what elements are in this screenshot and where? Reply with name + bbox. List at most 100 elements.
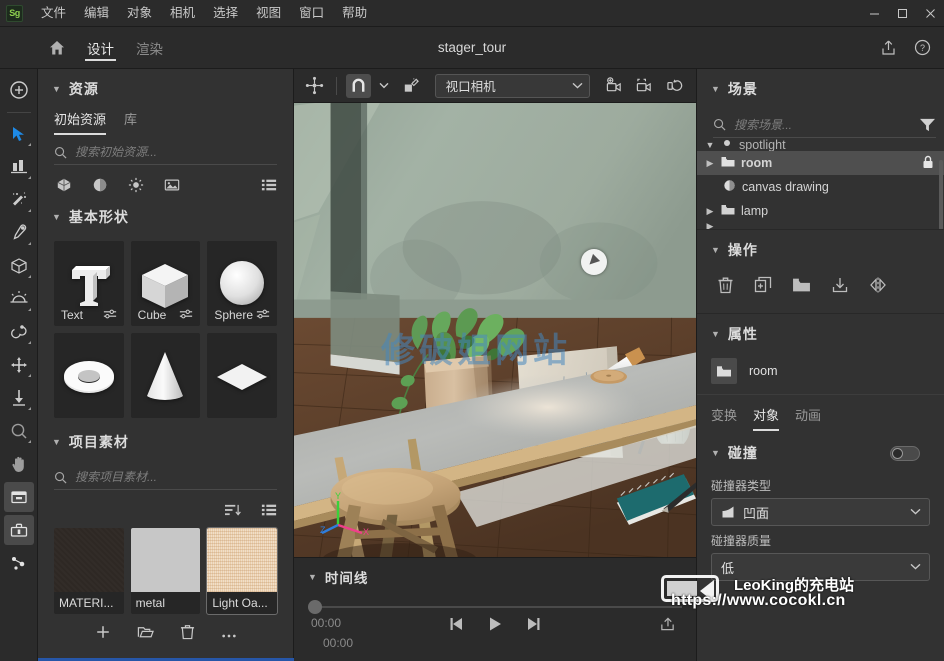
- open-folder-icon[interactable]: [137, 624, 154, 645]
- reset-camera-icon[interactable]: [663, 74, 688, 98]
- close-icon[interactable]: [916, 0, 944, 26]
- material-thumb[interactable]: metal: [130, 528, 201, 614]
- tab-object[interactable]: 对象: [753, 405, 780, 431]
- scene-search[interactable]: [713, 117, 936, 138]
- camera-select[interactable]: 视口相机: [434, 73, 590, 98]
- shape-cone[interactable]: [130, 333, 201, 418]
- menu-file[interactable]: 文件: [32, 3, 75, 24]
- project-search[interactable]: [54, 470, 277, 490]
- collision-toggle[interactable]: [890, 445, 920, 461]
- shape-text[interactable]: Text: [54, 241, 124, 326]
- timeline-playhead[interactable]: [308, 600, 322, 614]
- collider-quality-select[interactable]: 低: [711, 553, 930, 581]
- lock-icon[interactable]: [922, 155, 934, 172]
- shape-torus[interactable]: [54, 333, 124, 418]
- shapes-section-header[interactable]: ▼ 基本形状: [38, 197, 293, 235]
- duplicate-icon[interactable]: [754, 276, 772, 299]
- material-graph[interactable]: [4, 548, 34, 578]
- select-tool[interactable]: [4, 119, 34, 149]
- scene-item-spotlight[interactable]: ▼ spotlight: [697, 138, 944, 151]
- project-assets-header[interactable]: ▼ 项目素材: [38, 422, 293, 460]
- light-tool[interactable]: [4, 284, 34, 314]
- material-filter-icon[interactable]: [92, 177, 108, 193]
- folder-icon[interactable]: [792, 277, 811, 298]
- sliders-icon[interactable]: [256, 308, 270, 323]
- tab-library[interactable]: 库: [124, 109, 137, 135]
- scene-tree[interactable]: ▼ spotlight ▶ room canvas drawing ▶ lamp…: [697, 138, 944, 229]
- assets-search[interactable]: [54, 145, 277, 165]
- skip-back-icon[interactable]: [447, 614, 467, 639]
- magnet-snap-icon[interactable]: [345, 73, 371, 98]
- operations-section-header[interactable]: ▼ 操作: [697, 230, 944, 268]
- toolbox-panel[interactable]: [3, 515, 34, 545]
- list-view-icon[interactable]: [261, 177, 277, 193]
- maximize-icon[interactable]: [888, 0, 916, 26]
- share-icon[interactable]: [876, 36, 900, 60]
- menu-camera[interactable]: 相机: [161, 3, 204, 24]
- scene-item-partial[interactable]: ▶: [697, 223, 944, 229]
- chevron-right-icon[interactable]: ▶: [705, 158, 715, 169]
- sliders-icon[interactable]: [103, 308, 117, 323]
- home-icon[interactable]: [38, 27, 76, 68]
- scene-tree-scrollbar[interactable]: [939, 160, 943, 229]
- chevron-down-icon[interactable]: [377, 74, 392, 98]
- material-thumb[interactable]: MATERI...: [54, 528, 124, 614]
- chevron-down-icon[interactable]: ▼: [705, 140, 715, 150]
- scene-search-input[interactable]: [734, 117, 901, 132]
- menu-window[interactable]: 窗口: [290, 3, 333, 24]
- menu-help[interactable]: 帮助: [333, 3, 376, 24]
- more-options-icon[interactable]: [221, 626, 237, 644]
- collision-section-header[interactable]: ▼ 碰撞: [697, 431, 944, 471]
- scene-section-header[interactable]: ▼ 场景: [697, 69, 944, 107]
- delete-icon[interactable]: [180, 624, 195, 645]
- library-panel[interactable]: [3, 482, 34, 512]
- viewport-3d-render[interactable]: 修破姐网站 Y X Z: [294, 103, 696, 557]
- chevron-right-icon[interactable]: ▶: [705, 206, 715, 217]
- timeline-header[interactable]: ▼ 时间线: [294, 558, 696, 587]
- skip-forward-icon[interactable]: [523, 614, 543, 639]
- tab-render[interactable]: 渲染: [125, 27, 174, 68]
- menu-edit[interactable]: 编辑: [75, 3, 118, 24]
- viewport-canvas[interactable]: [294, 103, 696, 557]
- mirror-icon[interactable]: [869, 276, 887, 299]
- filter-icon[interactable]: [909, 117, 936, 132]
- tab-starter-assets[interactable]: 初始资源: [54, 109, 107, 135]
- scene-item-canvas-drawing[interactable]: canvas drawing: [697, 175, 944, 199]
- minimize-icon[interactable]: [860, 0, 888, 26]
- shape-cube[interactable]: Cube: [130, 241, 201, 326]
- tab-design[interactable]: 设计: [76, 27, 125, 68]
- properties-section-header[interactable]: ▼ 属性: [697, 314, 944, 352]
- project-search-input[interactable]: [75, 470, 277, 484]
- tab-transform[interactable]: 变换: [711, 405, 737, 431]
- shape-sphere[interactable]: Sphere: [207, 241, 277, 326]
- add-icon[interactable]: [95, 624, 111, 645]
- help-icon[interactable]: ?: [910, 36, 934, 60]
- sliders-icon[interactable]: [179, 308, 193, 323]
- add-object-tool[interactable]: [4, 75, 34, 105]
- transform-gizmo-icon[interactable]: [302, 74, 327, 98]
- drop-tool[interactable]: [4, 383, 34, 413]
- play-icon[interactable]: [485, 614, 505, 639]
- frame-camera-icon[interactable]: [632, 74, 657, 98]
- collider-type-select[interactable]: 凹面: [711, 498, 930, 526]
- assets-section-header[interactable]: ▼ 资源: [38, 69, 293, 107]
- sort-icon[interactable]: [224, 503, 241, 518]
- material-thumb[interactable]: Light Oa...: [206, 527, 278, 615]
- assets-search-input[interactable]: [75, 145, 277, 159]
- physics-tool[interactable]: [4, 317, 34, 347]
- eyedropper-tool[interactable]: [4, 218, 34, 248]
- align-tool[interactable]: [4, 152, 34, 182]
- light-filter-icon[interactable]: [128, 177, 144, 193]
- magic-wand-tool[interactable]: [4, 185, 34, 215]
- scene-item-lamp[interactable]: ▶ lamp: [697, 199, 944, 223]
- list-view-icon[interactable]: [261, 502, 277, 518]
- trash-icon[interactable]: [717, 276, 734, 299]
- image-filter-icon[interactable]: [164, 177, 180, 193]
- export-icon[interactable]: [659, 616, 676, 637]
- shape-plane[interactable]: [207, 333, 277, 418]
- menu-select[interactable]: 选择: [204, 3, 247, 24]
- tab-animation[interactable]: 动画: [795, 405, 821, 431]
- move-tool[interactable]: [4, 350, 34, 380]
- zoom-tool[interactable]: [4, 416, 34, 446]
- menu-view[interactable]: 视图: [247, 3, 290, 24]
